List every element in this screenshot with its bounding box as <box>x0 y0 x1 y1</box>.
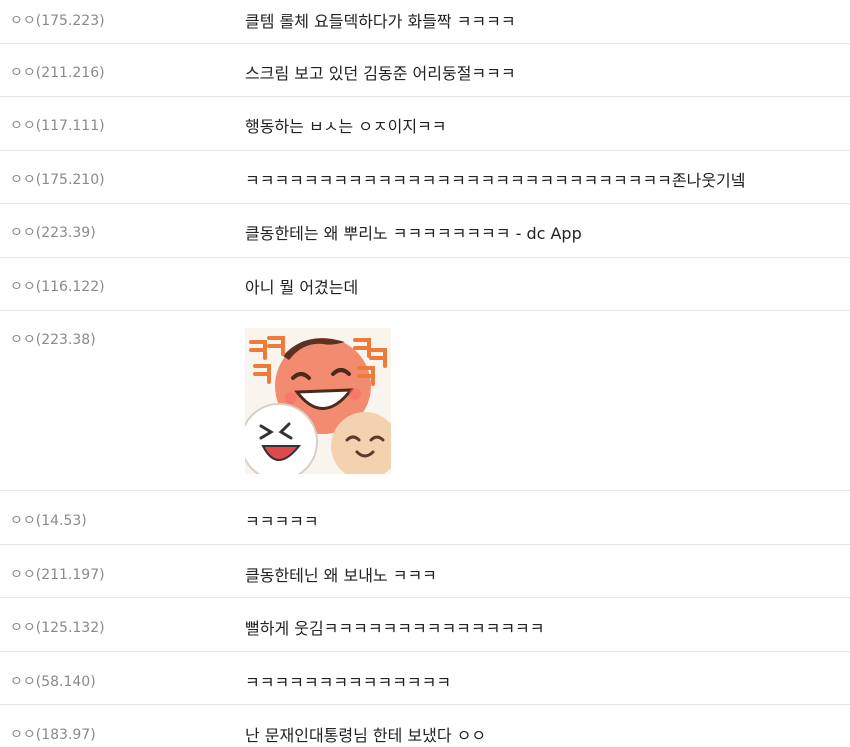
comment-row: ㅇㅇ(211.216) 스크림 보고 있던 김동준 어리둥절ㅋㅋㅋ <box>0 44 850 97</box>
comment-author[interactable]: ㅇㅇ(125.132) <box>10 617 105 637</box>
comment-text: 난 문재인대통령님 한테 보냈다 ㅇㅇ <box>245 726 487 745</box>
comment-row: ㅇㅇ(211.197) 클동한테닌 왜 보내노 ㅋㅋㅋ <box>0 545 850 598</box>
comment-row: ㅇㅇ(117.111) 행동하는 ㅂㅅ는 ㅇㅈ이지ㅋㅋ <box>0 97 850 151</box>
laughing-faces-emoticon <box>245 328 391 474</box>
comment-author[interactable]: ㅇㅇ(58.140) <box>10 671 96 691</box>
comment-author[interactable]: ㅇㅇ(183.97) <box>10 724 96 744</box>
comment-row: ㅇㅇ(116.122) 아니 뭘 어겼는데 <box>0 258 850 311</box>
comment-text: 스크림 보고 있던 김동준 어리둥절ㅋㅋㅋ <box>245 64 516 83</box>
comment-row: ㅇㅇ(58.140) ㅋㅋㅋㅋㅋㅋㅋㅋㅋㅋㅋㅋㅋㅋ <box>0 652 850 705</box>
comment-text: ㅋㅋㅋㅋㅋ <box>245 512 319 531</box>
comment-text: ㅋㅋㅋㅋㅋㅋㅋㅋㅋㅋㅋㅋㅋㅋㅋㅋㅋㅋㅋㅋㅋㅋㅋㅋㅋㅋㅋㅋㅋ존나웃기넼 <box>245 171 746 190</box>
comment-text: 클템 롤체 요들덱하다가 화들짝 ㅋㅋㅋㅋ <box>245 12 516 31</box>
comment-author[interactable]: ㅇㅇ(116.122) <box>10 276 105 296</box>
comment-row: ㅇㅇ(14.53) ㅋㅋㅋㅋㅋ <box>0 491 850 545</box>
comment-author[interactable]: ㅇㅇ(211.197) <box>10 564 105 584</box>
comment-row: ㅇㅇ(125.132) 뻘하게 웃김ㅋㅋㅋㅋㅋㅋㅋㅋㅋㅋㅋㅋㅋㅋㅋ <box>0 598 850 652</box>
comment-row: ㅇㅇ(223.38) <box>0 311 850 491</box>
comment-author[interactable]: ㅇㅇ(175.210) <box>10 169 105 189</box>
comment-text: ㅋㅋㅋㅋㅋㅋㅋㅋㅋㅋㅋㅋㅋㅋ <box>245 673 452 692</box>
comment-author[interactable]: ㅇㅇ(175.223) <box>10 10 105 30</box>
comment-row: ㅇㅇ(223.39) 클동한테는 왜 뿌리노 ㅋㅋㅋㅋㅋㅋㅋㅋ - dc App <box>0 204 850 258</box>
comment-list: ㅇㅇ(175.223) 클템 롤체 요들덱하다가 화들짝 ㅋㅋㅋㅋ ㅇㅇ(211… <box>0 0 850 747</box>
comment-row: ㅇㅇ(175.223) 클템 롤체 요들덱하다가 화들짝 ㅋㅋㅋㅋ <box>0 0 850 44</box>
comment-author[interactable]: ㅇㅇ(14.53) <box>10 510 87 530</box>
comment-author[interactable]: ㅇㅇ(223.38) <box>10 329 96 349</box>
comment-author[interactable]: ㅇㅇ(117.111) <box>10 115 105 135</box>
comment-text: 아니 뭘 어겼는데 <box>245 278 359 297</box>
comment-text: 행동하는 ㅂㅅ는 ㅇㅈ이지ㅋㅋ <box>245 117 447 136</box>
comment-author[interactable]: ㅇㅇ(223.39) <box>10 222 96 242</box>
comment-text: 클동한테닌 왜 보내노 ㅋㅋㅋ <box>245 566 437 585</box>
comment-row: ㅇㅇ(175.210) ㅋㅋㅋㅋㅋㅋㅋㅋㅋㅋㅋㅋㅋㅋㅋㅋㅋㅋㅋㅋㅋㅋㅋㅋㅋㅋㅋㅋ… <box>0 151 850 204</box>
comment-text: 클동한테는 왜 뿌리노 ㅋㅋㅋㅋㅋㅋㅋㅋ - dc App <box>245 224 582 243</box>
comment-author[interactable]: ㅇㅇ(211.216) <box>10 62 105 82</box>
comment-row: ㅇㅇ(183.97) 난 문재인대통령님 한테 보냈다 ㅇㅇ <box>0 705 850 747</box>
comment-text: 뻘하게 웃김ㅋㅋㅋㅋㅋㅋㅋㅋㅋㅋㅋㅋㅋㅋㅋ <box>245 619 545 638</box>
